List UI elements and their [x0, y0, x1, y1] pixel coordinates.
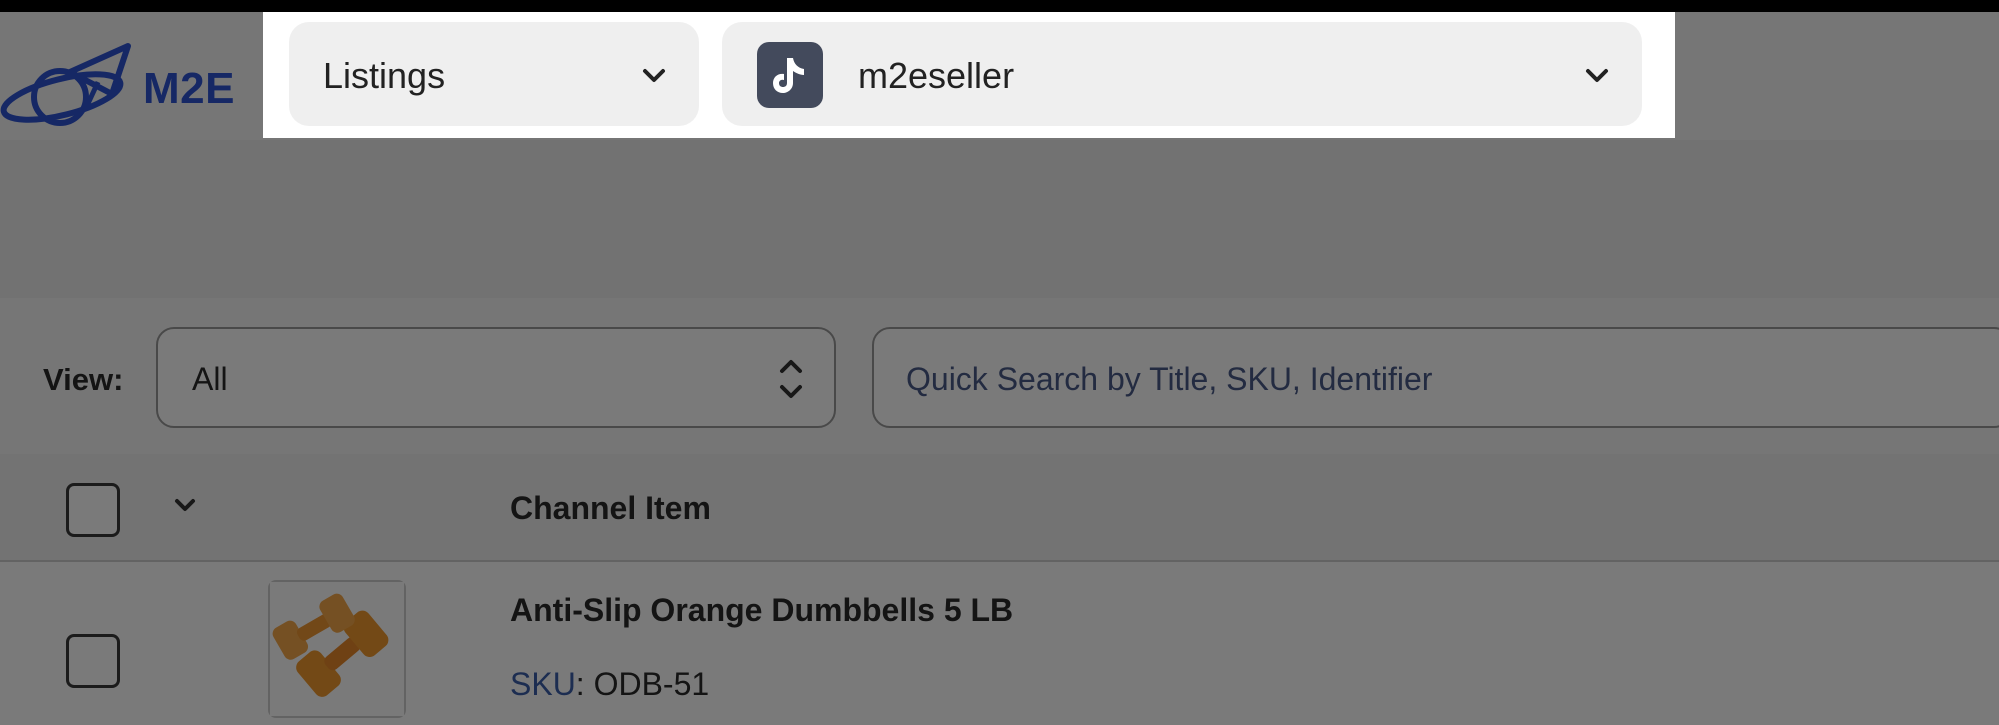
chevron-down-icon[interactable] — [170, 490, 200, 520]
sku-value: ODB-51 — [593, 666, 710, 702]
sku-label: SKU — [510, 666, 576, 702]
up-down-arrows-icon — [780, 360, 802, 398]
select-all-checkbox[interactable] — [66, 483, 120, 537]
chevron-down-icon — [643, 69, 665, 82]
rocket-planet-icon — [0, 43, 131, 126]
view-select[interactable]: All — [156, 327, 836, 428]
dumbbell-image — [270, 582, 404, 716]
m2e-logo[interactable]: M2E — [0, 34, 250, 144]
logo-text: M2E — [143, 64, 235, 113]
account-selector-value: m2eseller — [858, 55, 1015, 96]
table-header: Channel Item — [0, 454, 1999, 562]
sub-header — [0, 140, 1999, 298]
search-input[interactable] — [906, 357, 1966, 401]
module-selector[interactable]: Listings — [289, 22, 699, 126]
column-header-channel-item[interactable]: Channel Item — [510, 490, 711, 527]
account-selector[interactable]: m2eseller — [722, 22, 1642, 126]
item-title[interactable]: Anti-Slip Orange Dumbbells 5 LB — [510, 592, 1013, 629]
chevron-down-icon — [1586, 69, 1608, 82]
module-selector-value: Listings — [323, 55, 446, 96]
table-row[interactable]: Anti-Slip Orange Dumbbells 5 LB SKU: ODB… — [0, 562, 1999, 725]
product-thumbnail[interactable] — [268, 580, 406, 718]
view-select-value: All — [192, 361, 228, 397]
view-label: View: — [43, 362, 124, 397]
row-checkbox[interactable] — [66, 634, 120, 688]
tiktok-icon — [757, 42, 823, 108]
highlighted-header-selectors: Listings m2eseller — [263, 12, 1675, 138]
quick-search[interactable] — [872, 327, 1999, 428]
item-sku: SKU: ODB-51 — [510, 666, 710, 702]
screen: M2E View: All Channel Item — [0, 0, 1999, 725]
